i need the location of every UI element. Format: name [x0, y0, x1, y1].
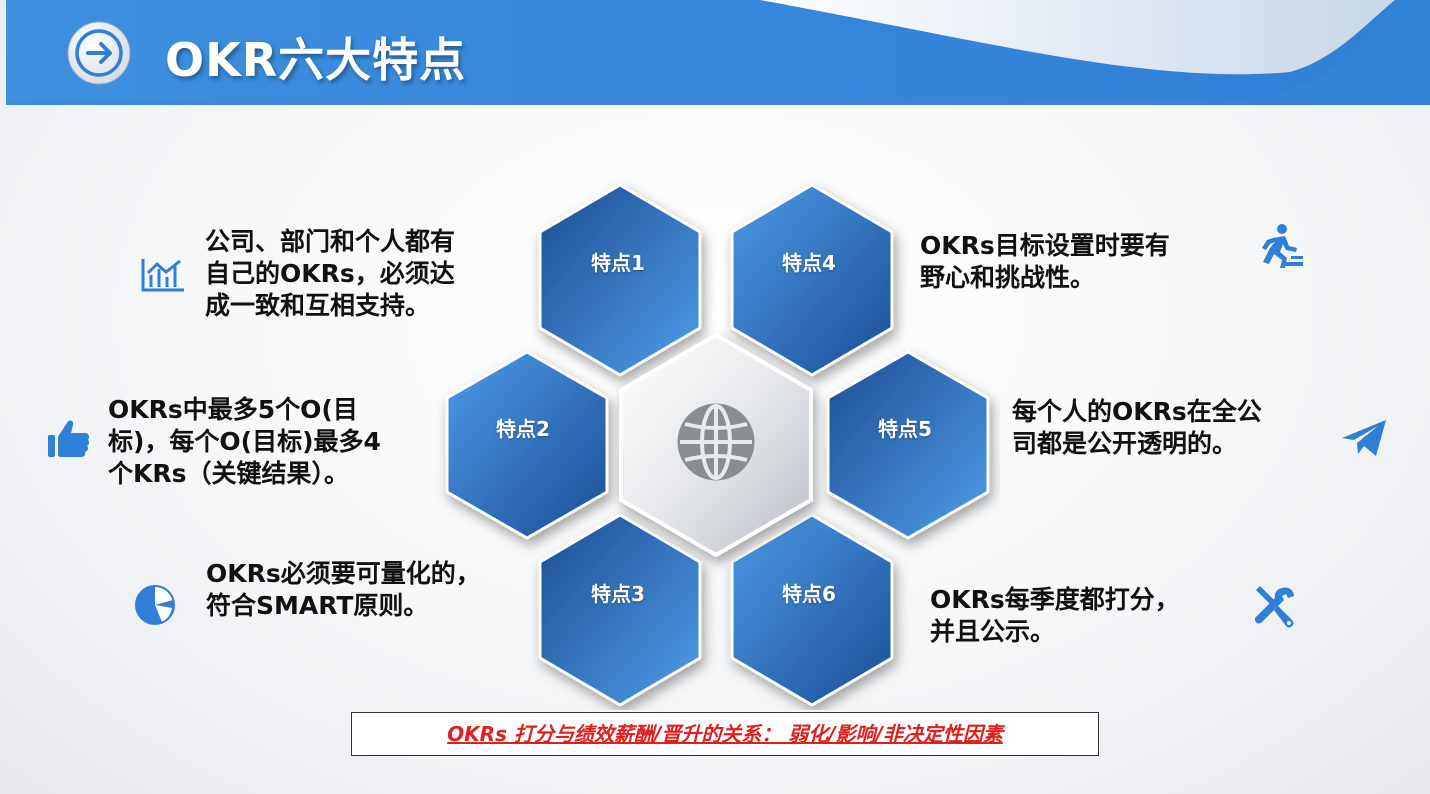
tools-icon	[1254, 586, 1294, 628]
feature-1-line-3: 成一致和互相支持。	[205, 291, 431, 320]
note-box: OKRs 打分与绩效薪酬/晋升的关系： 弱化/影响/非决定性因素	[351, 712, 1099, 756]
hexagon-6	[730, 513, 894, 707]
globe-icon	[677, 403, 755, 481]
note-text: OKRs 打分与绩效薪酬/晋升的关系： 弱化/影响/非决定性因素	[447, 722, 1003, 746]
feature-6-line-2: 并且公示。	[930, 617, 1056, 646]
hexagon-3	[538, 513, 702, 707]
runner-icon	[1262, 224, 1303, 268]
feature-3-line-1: OKRs必须要可量化的，	[206, 559, 481, 588]
thumbs-up-icon	[48, 420, 90, 457]
feature-5-text: 每个人的OKRs在全公 司都是公开透明的。	[1012, 396, 1262, 460]
feature-6-text: OKRs每季度都打分， 并且公示。	[930, 584, 1180, 648]
feature-1-line-2: 自己的OKRs，必须达	[205, 259, 455, 288]
feature-1-line-1: 公司、部门和个人都有	[205, 227, 456, 256]
hexagon-label-1: 特点1	[591, 251, 645, 275]
pie-chart-icon	[135, 585, 175, 625]
feature-2-line-2: 标)，每个O(目标)最多4	[108, 427, 381, 456]
feature-1-text: 公司、部门和个人都有 自己的OKRs，必须达 成一致和互相支持。	[205, 226, 455, 322]
paper-plane-icon	[1342, 420, 1386, 456]
feature-5-line-2: 司都是公开透明的。	[1012, 429, 1238, 458]
hexagon-1	[538, 183, 702, 377]
hexagon-label-5: 特点5	[878, 417, 932, 441]
slide: OKR六大特点 特点1 特点2 特点3 特点4 特点5 特点6 公司、部门和个人…	[0, 0, 1430, 794]
hexagon-label-2: 特点2	[496, 417, 550, 441]
hexagon-4	[730, 183, 894, 377]
feature-4-text: OKRs目标设置时要有 野心和挑战性。	[920, 230, 1170, 294]
feature-4-line-1: OKRs目标设置时要有	[920, 231, 1170, 260]
feature-4-line-2: 野心和挑战性。	[920, 263, 1096, 292]
feature-6-line-1: OKRs每季度都打分，	[930, 585, 1180, 614]
hexagon-label-6: 特点6	[782, 582, 836, 606]
hexagon-label-3: 特点3	[591, 582, 645, 606]
page-title: OKR六大特点	[165, 33, 467, 87]
feature-2-line-3: 个KRs（关键结果）。	[108, 459, 350, 488]
hexagon-5	[826, 350, 990, 540]
feature-3-text: OKRs必须要可量化的， 符合SMART原则。	[206, 558, 481, 622]
feature-2-text: OKRs中最多5个O(目 标)，每个O(目标)最多4 个KRs（关键结果）。	[108, 394, 381, 490]
hexagon-2	[445, 350, 609, 540]
feature-3-line-2: 符合SMART原则。	[206, 591, 429, 620]
hexagon-label-4: 特点4	[782, 251, 836, 275]
feature-2-line-1: OKRs中最多5个O(目	[108, 395, 358, 424]
feature-5-line-1: 每个人的OKRs在全公	[1012, 397, 1262, 426]
arrow-right-circle-icon	[67, 21, 131, 85]
chart-icon	[141, 259, 184, 292]
